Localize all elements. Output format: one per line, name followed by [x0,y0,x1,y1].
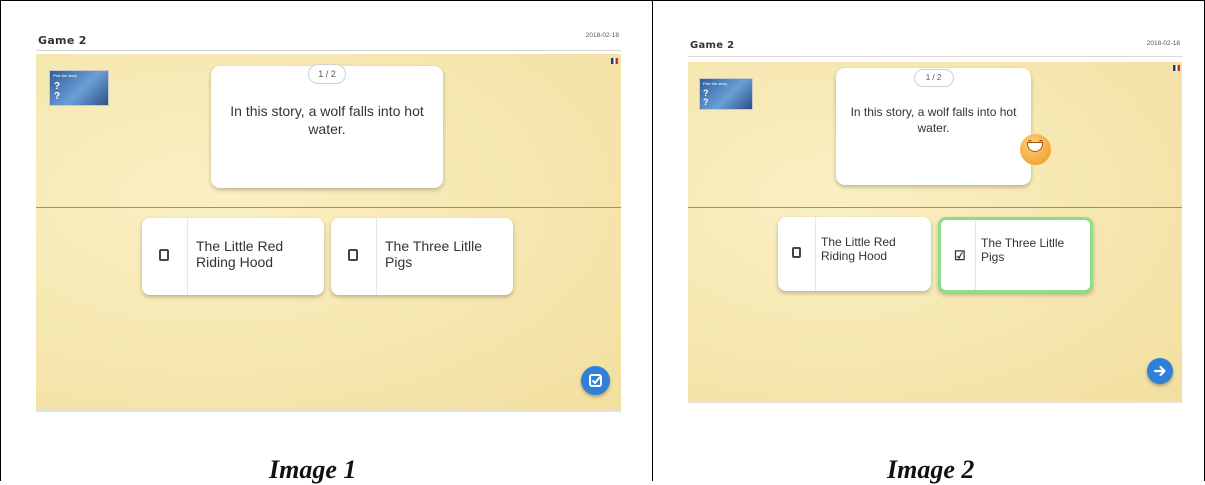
image-2-panel: Game 2 2018-02-18 Pick the story ? ? 1 /… [688,36,1182,406]
answer-option-2[interactable]: The Three Litlle Pigs [331,218,513,295]
checkbox-cell [778,217,816,291]
board-divider [688,207,1182,208]
story-thumbnail: Pick the story ? ? [49,70,109,106]
checkbox-icon[interactable] [792,247,801,258]
arrow-right-icon [1153,365,1166,377]
question-card: 1 / 2 In this story, a wolf falls into h… [836,68,1031,185]
language-flag-icon[interactable] [1173,65,1180,71]
checkbox-cell [142,218,188,295]
board-divider [36,207,621,208]
answer-label: The Three Litlle Pigs [385,238,483,271]
game-header: Game 2 2018-02-18 [688,36,1182,57]
answer-option-1[interactable]: The Little Red Riding Hood [778,217,931,291]
checkbox-cell: ☑ [941,220,976,290]
checkbox-icon[interactable] [348,249,358,261]
answer-option-2[interactable]: ☑ The Three Litlle Pigs [938,217,1093,293]
check-answer-button[interactable] [581,366,610,395]
checkbox-icon[interactable] [159,249,169,261]
checkbox-cell [331,218,377,295]
answer-option-1[interactable]: The Little Red Riding Hood [142,218,324,295]
thumbnail-caption: Pick the story [703,81,728,86]
frame-left-border [0,0,1,481]
image-1-panel: Game 2 2018-02-18 Pick the story ? ? 1 /… [36,30,621,415]
game-title: Game 2 [690,40,735,51]
game-date: 2018-02-18 [585,32,619,39]
happy-face-icon [1020,134,1051,165]
language-flag-icon[interactable] [611,58,618,64]
answer-label: The Three Litlle Pigs [981,236,1065,264]
frame-top-border [0,0,1205,1]
question-text: In this story, a wolf falls into hot wat… [230,103,424,137]
question-card: 1 / 2 In this story, a wolf falls into h… [211,64,443,188]
checked-checkbox-icon[interactable]: ☑ [954,249,966,262]
game-board: Pick the story ? ? 1 / 2 In this story, … [688,62,1182,403]
board-footer-line [36,410,621,412]
question-counter: 1 / 2 [913,69,954,87]
answer-label: The Little Red Riding Hood [196,238,284,271]
answer-label: The Little Red Riding Hood [821,235,896,263]
question-counter: 1 / 2 [308,64,346,84]
thumbnail-caption: Pick the story [53,73,78,78]
board-footer-line [688,401,1182,403]
question-text: In this story, a wolf falls into hot wat… [850,105,1017,135]
story-thumbnail: Pick the story ? ? [699,78,753,110]
frame-divider [652,0,653,481]
game-board: Pick the story ? ? 1 / 2 In this story, … [36,54,621,412]
check-icon [589,374,602,387]
next-question-button[interactable] [1147,358,1173,384]
game-title: Game 2 [38,34,87,47]
game-date: 2018-02-18 [1146,40,1180,47]
game-header: Game 2 2018-02-18 [36,30,621,51]
